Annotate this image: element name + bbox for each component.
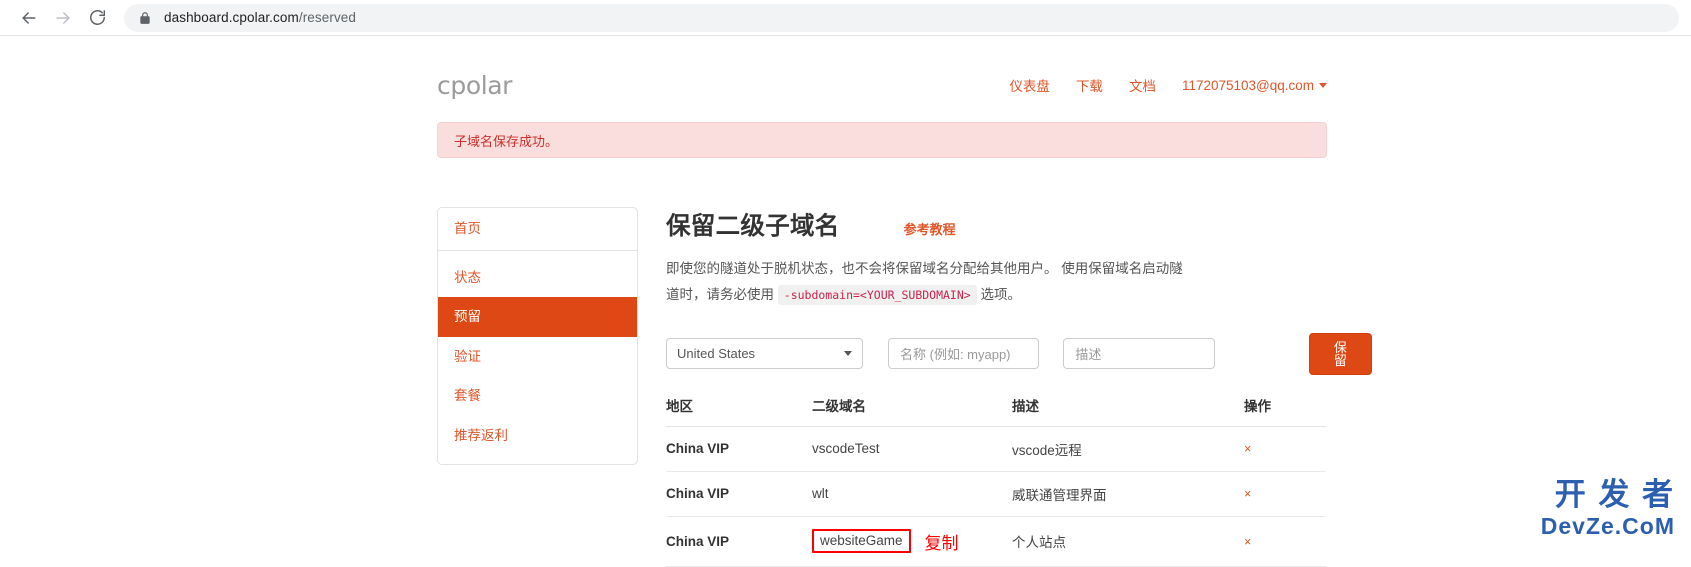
column-header-region: 地区 (666, 394, 812, 427)
cell-description: vscode远程 (1012, 426, 1244, 472)
subdomain-code-snippet: -subdomain=<YOUR_SUBDOMAIN> (777, 285, 977, 306)
back-icon[interactable] (12, 1, 46, 35)
nav-link-docs[interactable]: 文档 (1129, 75, 1156, 95)
reserved-domains-table: 地区 二级域名 描述 操作 China VIP vscodeTest vscod… (666, 394, 1326, 567)
table-row: China VIP websiteGame 复制 个人站点 × (666, 516, 1326, 567)
main-content: 保留二级子域名 参考教程 即使您的隧道处于脱机状态，也不会将保留域名分配给其他用… (638, 207, 1373, 567)
cell-action: × (1244, 471, 1326, 517)
watermark-line-1: 开 发 者 (1554, 477, 1675, 513)
delete-icon[interactable]: × (1244, 535, 1251, 549)
annotation-copy-label: 复制 (924, 533, 959, 553)
table-row: China VIP wlt 威联通管理界面 × (666, 471, 1326, 517)
account-email: 1172075103@qq.com (1181, 77, 1314, 93)
table-head: 地区 二级域名 描述 操作 (666, 394, 1326, 427)
sidebar-item-status[interactable]: 状态 (438, 258, 637, 298)
nav-link-download[interactable]: 下载 (1076, 75, 1103, 95)
url-path: /reserved (298, 10, 357, 25)
address-bar[interactable]: dashboard.cpolar.com/reserved (124, 3, 1679, 32)
cell-action: × (1244, 516, 1326, 567)
description-input[interactable]: 描述 (1063, 338, 1215, 370)
table-body: China VIP vscodeTest vscode远程 × China VI… (666, 426, 1326, 567)
reload-icon[interactable] (80, 1, 114, 35)
page-title: 保留二级子域名 (666, 213, 840, 240)
sidebar-group: 状态 预留 验证 套餐 推荐返利 (438, 251, 637, 465)
reserve-button[interactable]: 保留 (1308, 332, 1373, 375)
lock-icon (138, 11, 152, 25)
chevron-down-icon (844, 351, 852, 357)
title-row: 保留二级子域名 参考教程 (666, 207, 1372, 242)
site-watermark: 开 发 者 DevZe.CoM (1541, 479, 1675, 538)
sidebar-item-home[interactable]: 首页 (438, 208, 637, 251)
cell-subdomain: wlt (812, 471, 1012, 517)
top-navigation: 仪表盘 下载 文档 1172075103@qq.com (1009, 75, 1327, 95)
page-description: 即使您的隧道处于脱机状态，也不会将保留域名分配给其他用户。 使用保留域名启动隧道… (666, 256, 1186, 309)
sidebar-item-reserved[interactable]: 预留 (438, 297, 637, 337)
sidebar-item-plans[interactable]: 套餐 (438, 376, 637, 416)
column-header-subdomain: 二级域名 (812, 394, 1012, 427)
page-body: cpolar 仪表盘 下载 文档 1172075103@qq.com 子域名保存… (0, 36, 1691, 567)
description-text-2: 选项。 (980, 287, 1021, 303)
highlight-box-subdomain: websiteGame (812, 529, 911, 553)
column-header-description: 描述 (1012, 394, 1244, 427)
sidebar-item-verify[interactable]: 验证 (438, 337, 637, 377)
delete-icon[interactable]: × (1244, 487, 1251, 501)
cpolar-logo[interactable]: cpolar (437, 71, 512, 100)
success-alert: 子域名保存成功。 (437, 122, 1327, 158)
region-select-value: United States (677, 346, 756, 362)
cell-subdomain: vscodeTest (812, 426, 1012, 472)
forward-icon[interactable] (46, 1, 80, 35)
subdomain-annotated-wrap: websiteGame 复制 (812, 529, 1012, 554)
nav-link-dashboard[interactable]: 仪表盘 (1009, 75, 1050, 95)
sidebar-item-referral[interactable]: 推荐返利 (438, 416, 637, 456)
table-row: China VIP vscodeTest vscode远程 × (666, 426, 1326, 472)
cell-region: China VIP (666, 516, 812, 567)
content-row: 首页 状态 预留 验证 套餐 推荐返利 保留二级子域名 参考教程 即使您的隧道处… (437, 207, 1373, 567)
description-placeholder: 描述 (1075, 347, 1102, 363)
cell-description: 威联通管理界面 (1012, 471, 1244, 517)
watermark-line-2: DevZe.CoM (1540, 512, 1675, 539)
column-header-action: 操作 (1244, 394, 1326, 427)
cell-description: 个人站点 (1012, 516, 1244, 567)
subdomain-name-placeholder: 名称 (例如: myapp) (900, 347, 1011, 363)
table-header-row: 地区 二级域名 描述 操作 (666, 394, 1326, 427)
reserve-form: United States 名称 (例如: myapp) 描述 保留 (666, 332, 1373, 375)
cell-region: China VIP (666, 426, 812, 472)
url-host: dashboard.cpolar.com (164, 10, 299, 25)
delete-icon[interactable]: × (1244, 442, 1251, 456)
alert-message: 子域名保存成功。 (454, 133, 559, 149)
url-text: dashboard.cpolar.com/reserved (164, 10, 356, 25)
tutorial-link[interactable]: 参考教程 (904, 219, 956, 238)
page-container: cpolar 仪表盘 下载 文档 1172075103@qq.com 子域名保存… (437, 36, 1373, 567)
subdomain-name-input[interactable]: 名称 (例如: myapp) (888, 338, 1040, 370)
chevron-down-icon (1319, 83, 1327, 89)
cell-subdomain: websiteGame 复制 (812, 516, 1012, 567)
sidebar-nav: 首页 状态 预留 验证 套餐 推荐返利 (437, 207, 638, 466)
nav-account-menu[interactable]: 1172075103@qq.com (1182, 78, 1327, 93)
region-select[interactable]: United States (666, 338, 863, 370)
cell-action: × (1244, 426, 1326, 472)
browser-toolbar: dashboard.cpolar.com/reserved (0, 0, 1691, 36)
site-header: cpolar 仪表盘 下载 文档 1172075103@qq.com (437, 36, 1327, 106)
cell-region: China VIP (666, 471, 812, 517)
